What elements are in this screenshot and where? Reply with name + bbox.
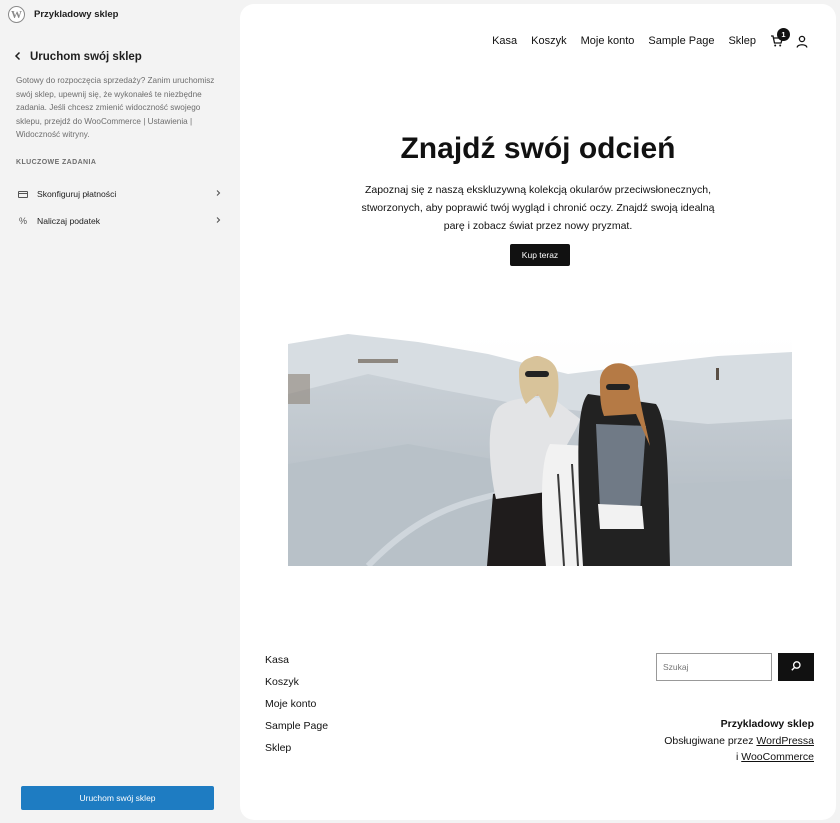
footer-info: Przykladowy sklep Obsługiwane przez Word… (664, 716, 814, 766)
panel-title: Uruchom swój sklep (30, 50, 142, 63)
cart-count-badge: 1 (777, 28, 790, 41)
footer-link-sklep[interactable]: Sklep (265, 742, 328, 754)
footer-link-sample-page[interactable]: Sample Page (265, 720, 328, 732)
percent-icon: % (18, 216, 27, 226)
header-nav: Kasa Koszyk Moje konto Sample Page Sklep… (478, 28, 808, 48)
cart-icon[interactable]: 1 (770, 28, 790, 48)
chevron-right-icon (214, 216, 222, 226)
task-label: Skonfiguruj płatności (37, 189, 117, 199)
nav-link-moje-konto[interactable]: Moje konto (581, 35, 635, 47)
search-input[interactable] (656, 653, 772, 681)
site-preview: Kasa Koszyk Moje konto Sample Page Sklep… (240, 4, 836, 820)
nav-link-koszyk[interactable]: Koszyk (531, 35, 566, 47)
hero-text: Zapoznaj się z naszą ekskluzywną kolekcj… (361, 184, 715, 232)
site-name: Przykladowy sklep (34, 9, 119, 20)
chevron-right-icon (214, 189, 222, 199)
wordpress-logo-icon[interactable]: W (8, 6, 25, 23)
task-charge-tax[interactable]: % Naliczaj podatek (16, 211, 222, 231)
footer-link-koszyk[interactable]: Koszyk (265, 676, 328, 688)
shop-now-button[interactable]: Kup teraz (510, 244, 570, 266)
powered-by-prefix: Obsługiwane przez (664, 734, 754, 747)
task-configure-payments[interactable]: Skonfiguruj płatności (16, 184, 222, 204)
footer-link-kasa[interactable]: Kasa (265, 654, 328, 666)
credit-card-icon (16, 190, 30, 198)
chevron-left-icon[interactable] (13, 50, 27, 63)
footer-link-moje-konto[interactable]: Moje konto (265, 698, 328, 710)
hero-image (288, 334, 792, 566)
launch-store-button[interactable]: Uruchom swój sklep (21, 786, 214, 810)
sidebar: W Przykladowy sklep Uruchom swój sklep G… (0, 0, 238, 823)
footer-nav: Kasa Koszyk Moje konto Sample Page Sklep (265, 654, 328, 764)
search-icon (790, 660, 802, 675)
hero-title: Znajdź swój odcień (400, 132, 676, 165)
site-header: W Przykladowy sklep (8, 6, 118, 23)
footer-powered-by: Obsługiwane przez WordPressa (664, 733, 814, 750)
panel-description: Gotowy do rozpoczęcia sprzedaży? Zanim u… (16, 76, 215, 140)
nav-link-kasa[interactable]: Kasa (492, 35, 517, 47)
search-button[interactable] (778, 653, 814, 681)
nav-link-sample-page[interactable]: Sample Page (648, 35, 714, 47)
footer-woocommerce-line: i WooCommerce (664, 749, 814, 766)
account-icon[interactable] (796, 35, 808, 48)
and-text: i (735, 751, 739, 763)
panel-header: Uruchom swój sklep (13, 50, 142, 63)
footer-site-name: Przykladowy sklep (720, 718, 814, 730)
nav-link-sklep[interactable]: Sklep (728, 35, 756, 47)
wordpress-link[interactable]: WordPressa (756, 735, 814, 747)
task-label: Naliczaj podatek (37, 216, 101, 226)
section-title: KLUCZOWE ZADANIA (16, 159, 97, 166)
woocommerce-link[interactable]: WooCommerce (741, 751, 814, 763)
